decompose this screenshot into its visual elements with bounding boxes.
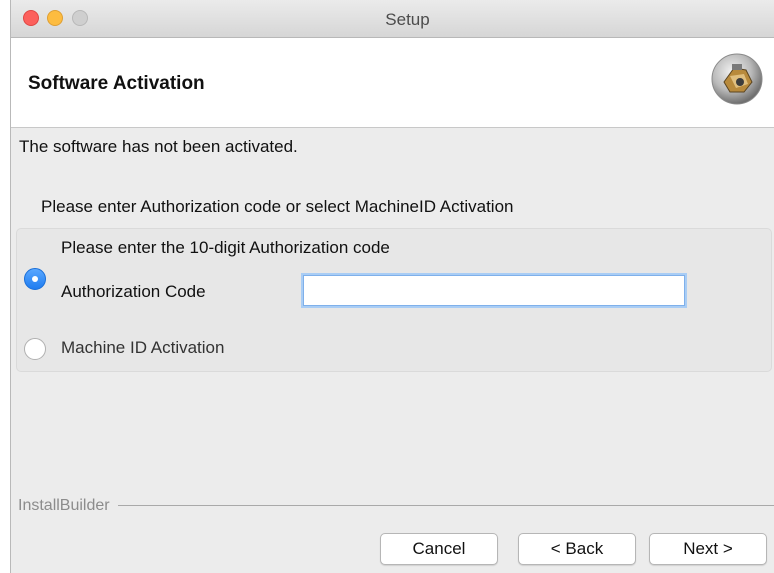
back-button[interactable]: < Back (518, 533, 636, 565)
machine-id-radio[interactable] (24, 338, 46, 360)
setup-window: Setup Software Activation The software h… (10, 0, 774, 573)
authorization-code-radio[interactable] (24, 268, 46, 290)
header-panel: Software Activation (11, 38, 774, 128)
activation-status-text: The software has not been activated. (19, 137, 298, 156)
cancel-button[interactable]: Cancel (380, 533, 498, 565)
footer-divider (18, 505, 774, 506)
brand-label: InstallBuilder (18, 497, 118, 515)
authorization-code-label: Authorization Code (61, 282, 206, 301)
instruction-text: Please enter Authorization code or selec… (41, 197, 514, 216)
window-title: Setup (385, 10, 430, 29)
title-bar[interactable]: Setup (11, 0, 774, 38)
authorization-hint: Please enter the 10-digit Authorization … (61, 238, 390, 257)
machine-id-label[interactable]: Machine ID Activation (61, 338, 224, 358)
next-button[interactable]: Next > (649, 533, 767, 565)
authorization-code-input[interactable] (303, 275, 685, 306)
page-title: Software Activation (28, 73, 205, 94)
installer-logo-icon (710, 52, 764, 106)
